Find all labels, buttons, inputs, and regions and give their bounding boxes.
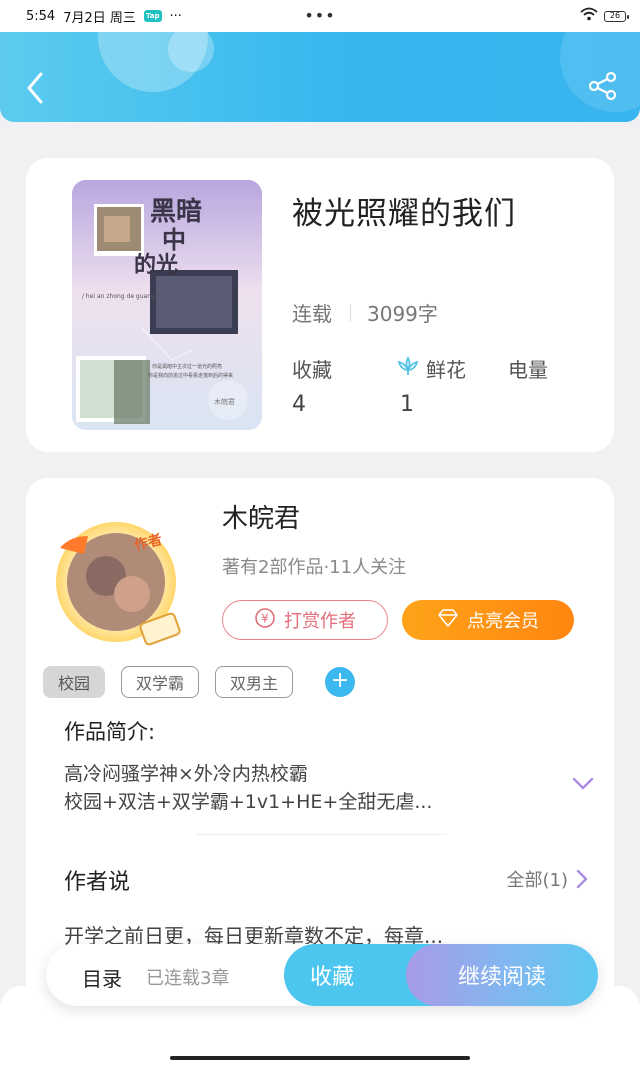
stat-flowers-value: 1 [400,392,414,417]
status-date: 7月2日 周三 [63,10,136,26]
chevron-left-icon [27,72,43,104]
stat-favorites-value: 4 [292,392,306,417]
author-says-all-button[interactable]: 全部(1) [507,866,589,892]
tag-list: 校园 双学霸 双男主 + [43,666,356,698]
cover-art: 黑暗 中 的光 / hei an zhong de guang / 你是黑暗中主… [72,180,262,430]
status-time: 5:54 [26,8,56,24]
intro-text[interactable]: 高冷闷骚学神×外冷内热校霸 校园+双洁+双学霸+1v1+HE+全甜无虐... [64,760,432,816]
tag-item[interactable]: 校园 [43,666,105,698]
book-info-card: 黑暗 中 的光 / hei an zhong de guang / 你是黑暗中主… [26,158,614,452]
divider [350,303,351,322]
book-word-count: 3099字 [367,302,438,326]
cover-subtitle-art: / hei an zhong de guang / [82,293,160,300]
book-cover[interactable]: 黑暗 中 的光 / hei an zhong de guang / 你是黑暗中主… [72,180,262,430]
stat-flowers-label[interactable]: 鲜花 [396,354,466,383]
share-icon [588,71,617,101]
bottom-action-bar: 目录 已连载3章 收藏 继续阅读 [46,944,598,1006]
status-more: ··· [169,8,182,24]
book-serial-status: 连载 [292,302,332,326]
toc-button[interactable]: 目录 [82,963,122,992]
book-status-row: 连载 3099字 [292,298,438,327]
book-title: 被光照耀的我们 [292,196,516,232]
expand-intro-button[interactable] [572,776,594,795]
serial-chapter-count: 已连载3章 [146,968,230,989]
chevron-right-icon [576,869,588,889]
reward-author-label: 打赏作者 [284,611,356,632]
cover-title-art: 黑暗 [150,197,202,227]
continue-reading-button[interactable]: 继续阅读 [406,944,598,1006]
svg-text:你是黑暗中主次过一道光的照亮: 你是黑暗中主次过一道光的照亮 [152,363,222,370]
tag-item[interactable]: 双男主 [215,666,294,698]
activate-vip-label: 点亮会员 [467,611,539,632]
wifi-icon [580,7,598,25]
back-button[interactable] [18,68,52,108]
add-tag-button[interactable]: + [325,667,356,697]
intro-line: 高冷闷骚学神×外冷内热校霸 [64,763,308,785]
svg-text:你是我向前追过中看看走落到后的得来: 你是我向前追过中看看走落到后的得来 [148,372,233,379]
author-meta: 著有2部作品·11人关注 [222,557,407,578]
share-button[interactable] [586,68,620,104]
home-indicator[interactable] [170,1056,470,1060]
author-avatar[interactable]: 作者 [54,518,184,646]
status-right: 26 [580,7,629,25]
flower-icon [396,355,420,382]
tag-item[interactable]: 双学霸 [121,666,200,698]
svg-text:¥: ¥ [261,611,269,625]
status-left: 5:54 7月2日 周三 Tap ··· [26,7,182,26]
stat-favorites-label: 收藏 [292,358,332,382]
reward-author-button[interactable]: ¥ 打赏作者 [222,600,388,640]
author-name[interactable]: 木皖君 [222,498,300,535]
author-says-title: 作者说 [64,870,131,895]
intro-line: 校园+双洁+双学霸+1v1+HE+全甜无虐... [64,791,433,813]
decor-bubble [168,32,214,72]
page-header [0,32,640,122]
author-says-all-label: 全部(1) [506,870,569,891]
status-bar: 5:54 7月2日 周三 Tap ··· ••• 26 [0,0,640,32]
collect-label: 收藏 [310,965,355,990]
svg-text:的光: 的光 [134,252,178,278]
svg-text:木皖君: 木皖君 [214,397,235,406]
continue-reading-label: 继续阅读 [457,965,546,990]
diamond-icon [437,608,459,632]
activate-vip-button[interactable]: 点亮会员 [402,600,574,640]
svg-text:中: 中 [162,225,186,254]
intro-title: 作品简介: [64,720,156,744]
yen-coin-icon: ¥ [254,607,276,634]
section-divider [196,834,446,835]
battery-icon: 26 [604,10,629,22]
stat-power-label[interactable]: 电量 [508,354,548,383]
taptap-icon: Tap [143,10,162,22]
chevron-down-icon [572,777,594,790]
